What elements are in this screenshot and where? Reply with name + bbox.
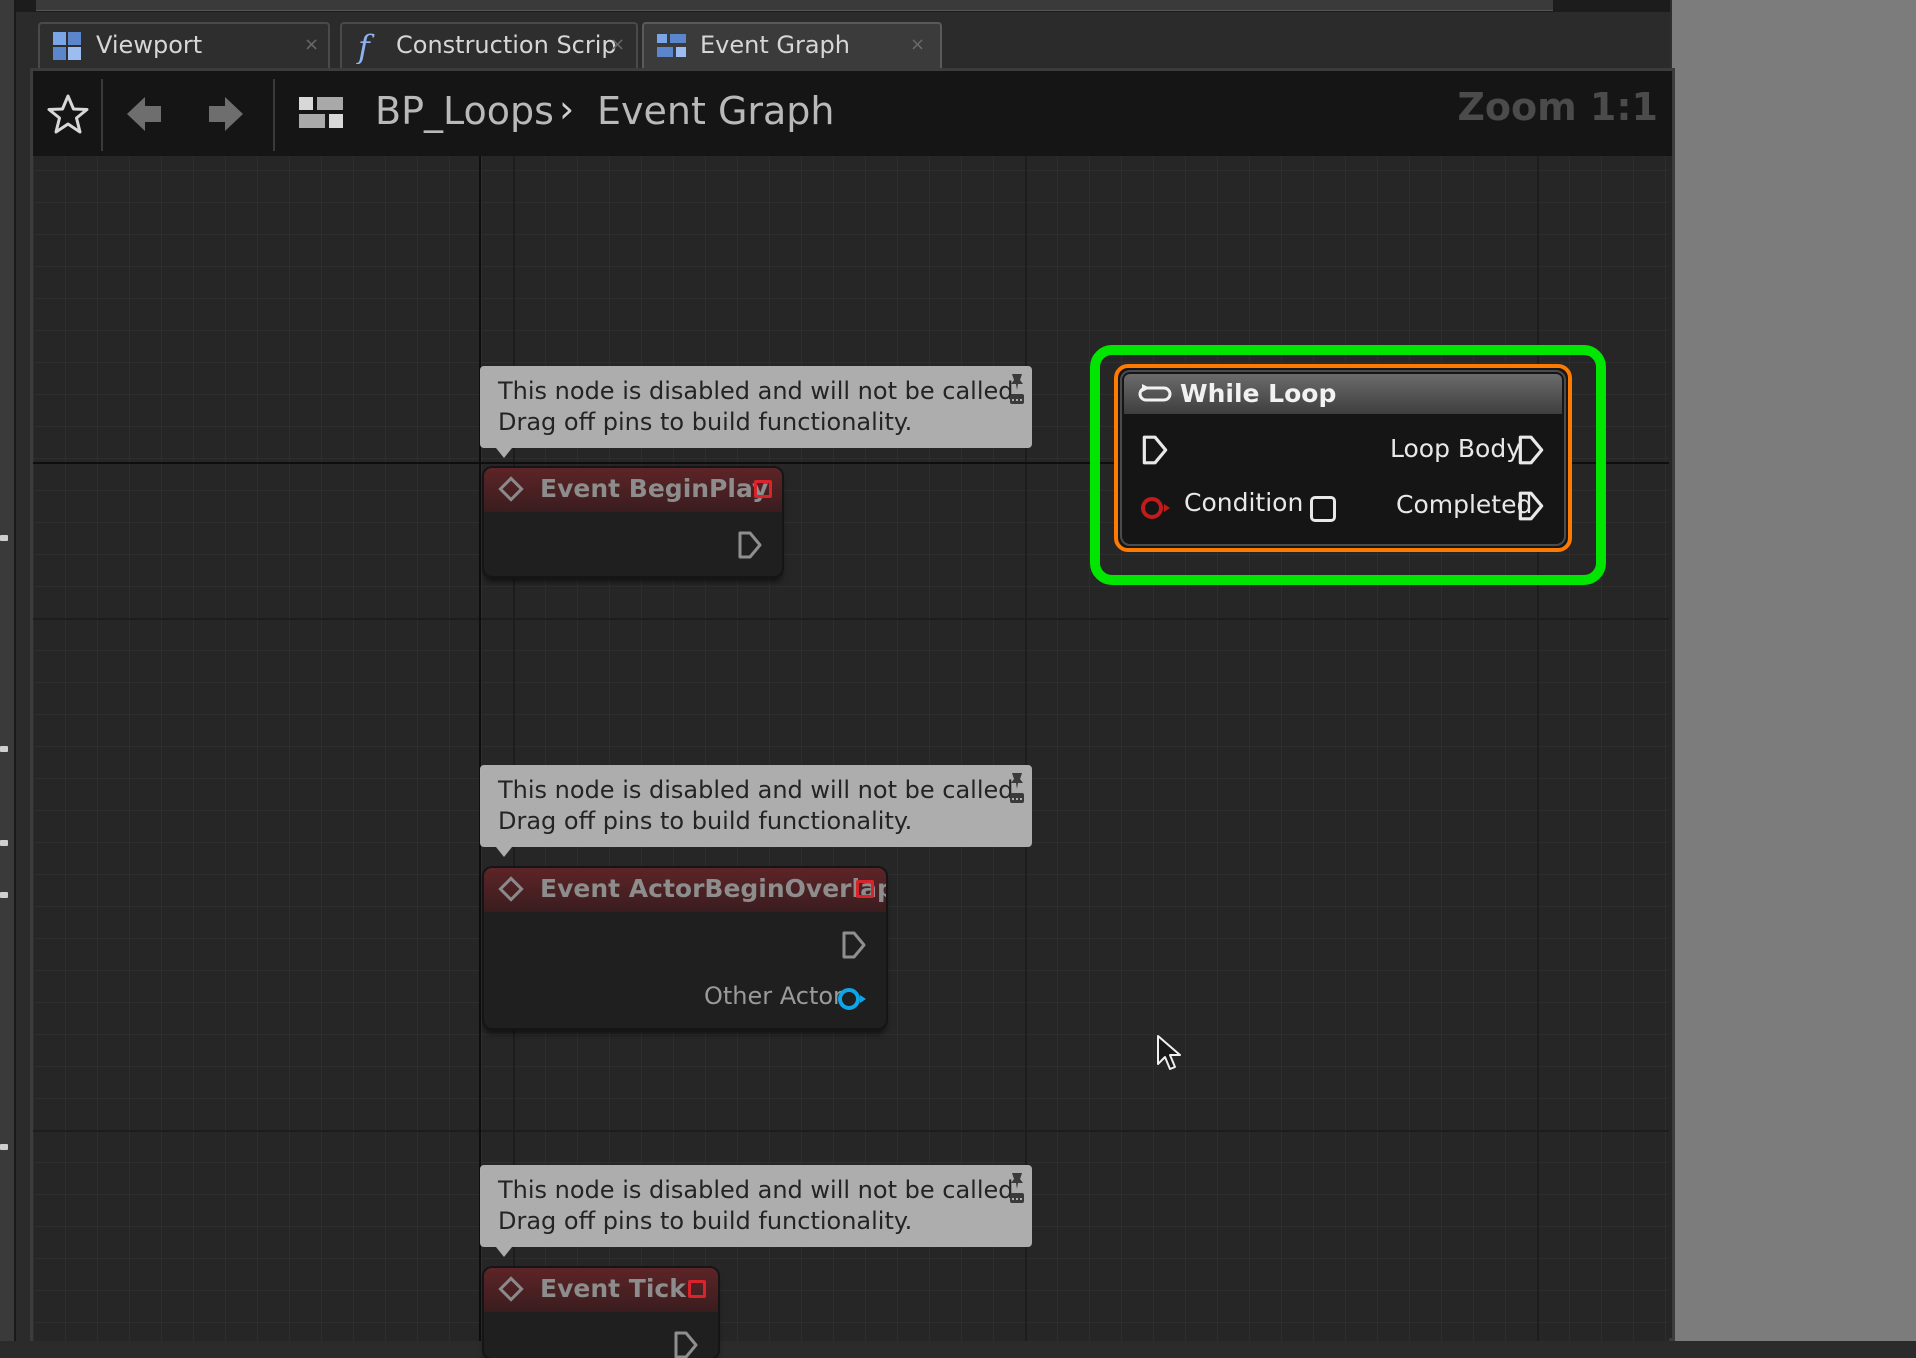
event-diamond-icon xyxy=(498,876,524,902)
delegate-pin-icon[interactable] xyxy=(754,480,772,498)
pin-comment-icon[interactable] xyxy=(1008,1171,1026,1205)
graph-toolbar: BP_Loops › Event Graph Zoom 1:1 xyxy=(33,71,1672,156)
graph-origin-axis-vertical xyxy=(479,156,481,1341)
toolbar-separator xyxy=(101,79,103,151)
exec-input-pin-icon[interactable] xyxy=(1140,434,1170,466)
node-title: Event Tick xyxy=(540,1274,686,1303)
disabled-node-comment: This node is disabled and will not be ca… xyxy=(480,765,1032,857)
forward-arrow-icon[interactable] xyxy=(205,93,247,135)
left-panel-handle[interactable] xyxy=(0,840,8,846)
zoom-level: Zoom 1:1 xyxy=(1457,85,1658,129)
top-menu-strip xyxy=(0,0,1684,12)
node-header: Event ActorBeginOverlap xyxy=(484,868,886,912)
left-panel-handle[interactable] xyxy=(0,535,8,541)
pin-comment-icon[interactable] xyxy=(1008,372,1026,406)
node-header: Event Tick xyxy=(484,1268,718,1312)
left-side-panel xyxy=(0,0,16,1341)
svg-text:f: f xyxy=(356,28,375,64)
node-header: While Loop xyxy=(1124,374,1562,414)
left-panel-handle[interactable] xyxy=(0,746,8,752)
delegate-pin-icon[interactable] xyxy=(688,1280,706,1298)
top-strip-panel xyxy=(36,0,1553,11)
disabled-node-comment: This node is disabled and will not be ca… xyxy=(480,1165,1032,1257)
exec-output-pin-icon[interactable] xyxy=(672,1330,700,1358)
tab-event-graph[interactable]: Event Graph × xyxy=(642,22,942,68)
tab-viewport[interactable]: Viewport × xyxy=(38,22,330,68)
comment-line: Drag off pins to build functionality. xyxy=(498,807,913,835)
left-panel-handle[interactable] xyxy=(0,892,8,898)
close-icon[interactable]: × xyxy=(610,34,625,55)
node-title: While Loop xyxy=(1180,379,1337,408)
tab-label: Construction Scrip xyxy=(396,31,617,59)
disabled-node-comment: This node is disabled and will not be ca… xyxy=(480,366,1032,458)
close-icon[interactable]: × xyxy=(304,34,319,55)
event-tick-node[interactable]: Event Tick xyxy=(484,1268,718,1358)
object-pin-icon[interactable] xyxy=(836,986,868,1012)
comment-tail xyxy=(496,448,512,458)
delegate-pin-icon[interactable] xyxy=(856,880,874,898)
event-graph-icon xyxy=(299,97,343,128)
graph-canvas[interactable] xyxy=(33,156,1669,1341)
comment-line: This node is disabled and will not be ca… xyxy=(498,1176,1022,1204)
left-panel-handle[interactable] xyxy=(0,1144,8,1150)
back-arrow-icon[interactable] xyxy=(123,93,165,135)
condition-pin-label: Condition xyxy=(1184,488,1304,517)
event-beginplay-node[interactable]: Event BeginPlay xyxy=(484,468,782,576)
comment-line: Drag off pins to build functionality. xyxy=(498,1207,913,1235)
comment-line: This node is disabled and will not be ca… xyxy=(498,776,1022,804)
comment-tail xyxy=(496,847,512,857)
event-diamond-icon xyxy=(498,476,524,502)
event-graph-icon xyxy=(657,34,686,57)
pin-comment-icon[interactable] xyxy=(1008,771,1026,805)
tab-label: Event Graph xyxy=(700,31,850,59)
comment-line: Drag off pins to build functionality. xyxy=(498,408,913,436)
star-icon[interactable] xyxy=(47,93,89,135)
condition-checkbox[interactable] xyxy=(1310,496,1336,522)
toolbar-separator xyxy=(273,79,275,151)
event-diamond-icon xyxy=(498,1276,524,1302)
close-icon[interactable]: × xyxy=(910,34,925,55)
exec-output-pin-icon[interactable] xyxy=(736,530,764,560)
exec-output-pin-icon[interactable] xyxy=(1516,490,1546,522)
tab-label: Viewport xyxy=(96,31,203,59)
mouse-cursor-icon xyxy=(1157,1035,1181,1070)
comment-tail xyxy=(496,1247,512,1257)
exec-output-pin-icon[interactable] xyxy=(1516,434,1546,466)
loop-icon xyxy=(1138,384,1172,402)
other-actor-pin-label: Other Actor xyxy=(704,982,843,1010)
exec-output-pin-icon[interactable] xyxy=(840,930,868,960)
breadcrumb-separator: › xyxy=(559,87,575,131)
breadcrumb-blueprint[interactable]: BP_Loops xyxy=(375,89,554,133)
node-title: Event BeginPlay xyxy=(540,474,769,503)
completed-pin-label: Completed xyxy=(1396,490,1533,519)
node-header: Event BeginPlay xyxy=(484,468,782,512)
loop-body-pin-label: Loop Body xyxy=(1390,434,1522,463)
event-actorbeginoverlap-node[interactable]: Event ActorBeginOverlap Other Actor xyxy=(484,868,886,1028)
comment-line: This node is disabled and will not be ca… xyxy=(498,377,1022,405)
tab-construction-script[interactable]: f Construction Scrip × xyxy=(340,22,638,68)
breadcrumb-graph[interactable]: Event Graph xyxy=(597,89,835,133)
bool-input-pin-icon[interactable] xyxy=(1138,494,1174,522)
node-title: Event ActorBeginOverlap xyxy=(540,874,886,903)
function-icon: f xyxy=(356,28,375,64)
right-side-panel xyxy=(1672,0,1916,1341)
viewport-icon xyxy=(53,32,81,60)
